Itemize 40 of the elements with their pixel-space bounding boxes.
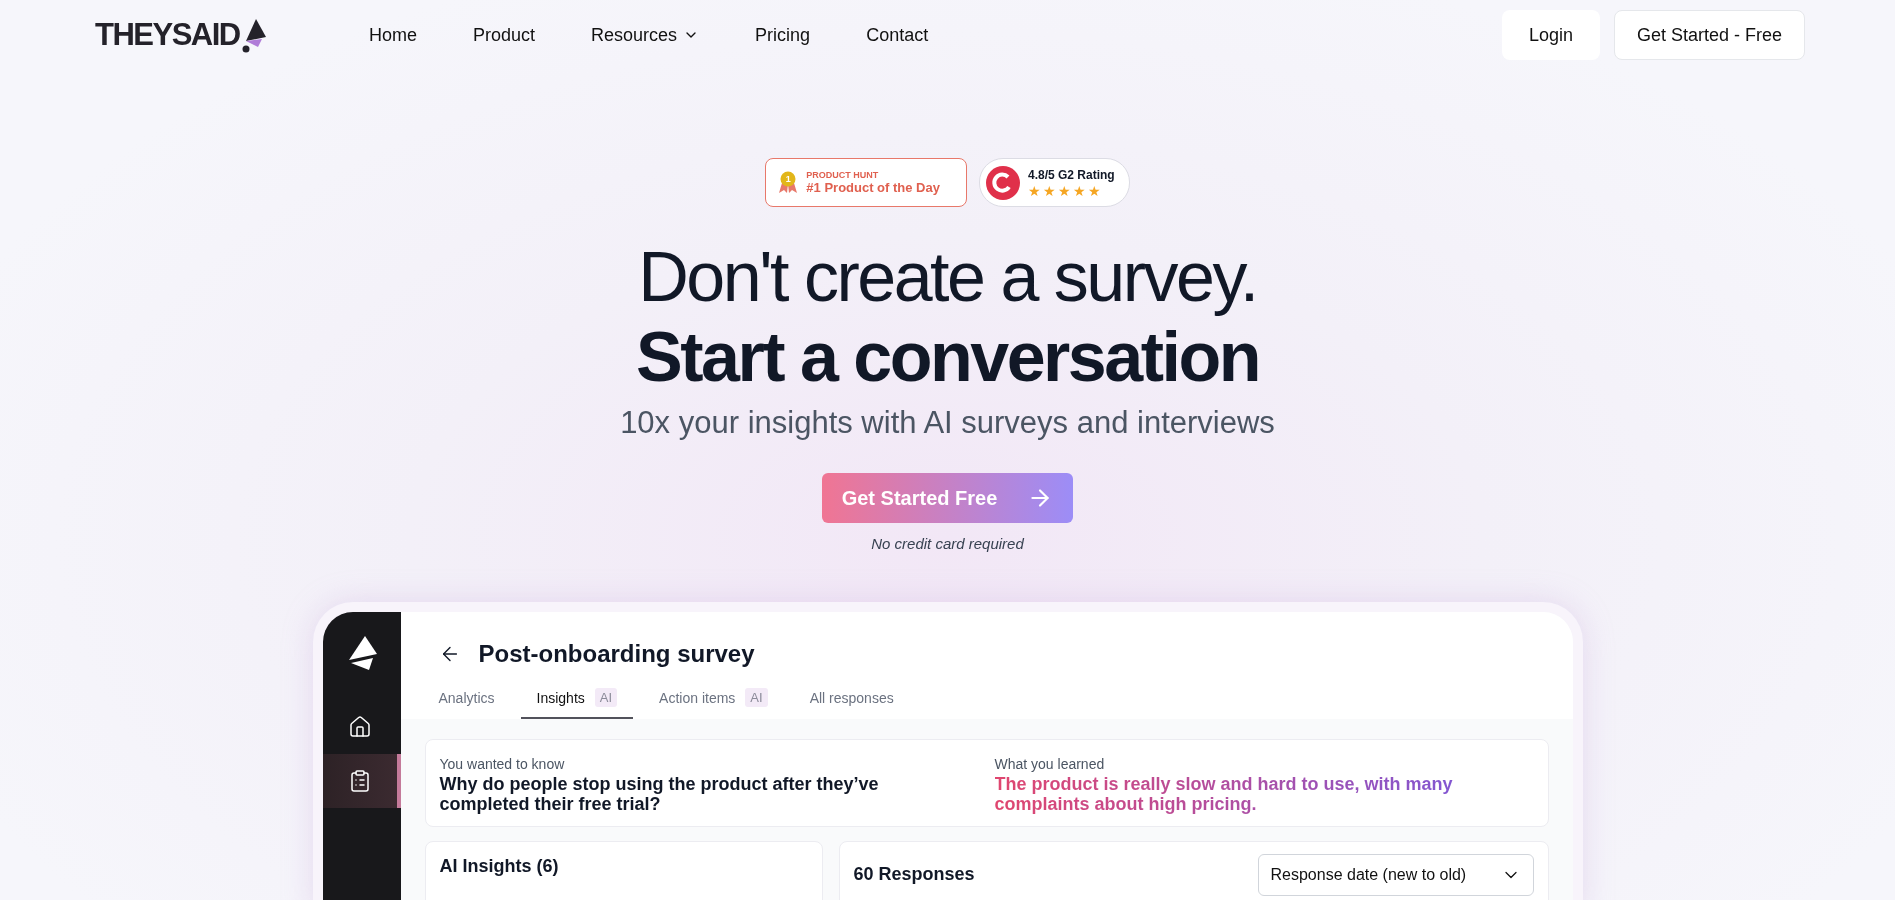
g2-rating-badge[interactable]: 4.8/5 G2 Rating ★★★★★ — [978, 158, 1130, 207]
nav-link[interactable]: Home — [355, 16, 431, 54]
product-hunt-badge[interactable]: 1 PRODUCT HUNT #1 Product of the Day — [765, 158, 967, 207]
nav-link[interactable]: Contact — [852, 16, 943, 54]
nav-link[interactable]: Resources — [577, 16, 714, 54]
home-icon — [347, 715, 372, 739]
card-title: 60 Responses — [853, 864, 975, 885]
sidebar-item[interactable] — [322, 754, 401, 808]
logo[interactable]: THEYSAID — [95, 17, 240, 53]
badge-eyebrow: PRODUCT HUNT — [806, 170, 880, 180]
star-icon: ★ — [1042, 183, 1056, 198]
tab[interactable]: Action items AI — [643, 682, 784, 719]
star-icon: ★ — [1072, 183, 1086, 198]
tab[interactable]: All responses — [793, 682, 910, 719]
sort-select[interactable]: Response date (new to old) — [1257, 854, 1534, 896]
star-icon: ★ — [1027, 183, 1041, 198]
card-title: AI Insights (6) — [439, 856, 559, 877]
ai-tag: AI — [594, 688, 618, 707]
ai-tag: AI — [745, 688, 768, 707]
login-button[interactable]: Login — [1501, 10, 1600, 60]
question-text: Why do people stop using the product after they’ve completed their free trial? — [439, 774, 880, 814]
survey-title: Post-onboarding survey — [478, 640, 755, 668]
star-icon: ★ — [1087, 183, 1101, 198]
badge-title: #1 Product of the Day — [806, 180, 940, 195]
g2-logo-icon — [985, 165, 1020, 200]
no-credit-card-note: No credit card required — [871, 535, 1024, 552]
learned-label: What you learned — [994, 756, 1106, 772]
nav-link[interactable]: Pricing — [741, 16, 825, 54]
tab[interactable]: Analytics — [422, 682, 511, 719]
rating-text: 4.8/5 G2 Rating — [1027, 167, 1115, 182]
headline-bold: Start a conversation — [636, 317, 1259, 397]
subtitle: 10x your insights with AI surveys and interviews — [620, 405, 1275, 441]
headline: Don't create a survey. — [638, 237, 1257, 317]
get-started-button[interactable]: Get Started - Free — [1613, 10, 1805, 60]
question-label: You wanted to know — [439, 756, 566, 772]
logo-mark-icon — [241, 19, 266, 53]
app-logo-icon — [346, 636, 377, 670]
nav-link[interactable]: Product — [459, 16, 550, 54]
tab[interactable]: Insights AI — [520, 682, 634, 719]
star-icon: ★ — [1057, 183, 1071, 198]
